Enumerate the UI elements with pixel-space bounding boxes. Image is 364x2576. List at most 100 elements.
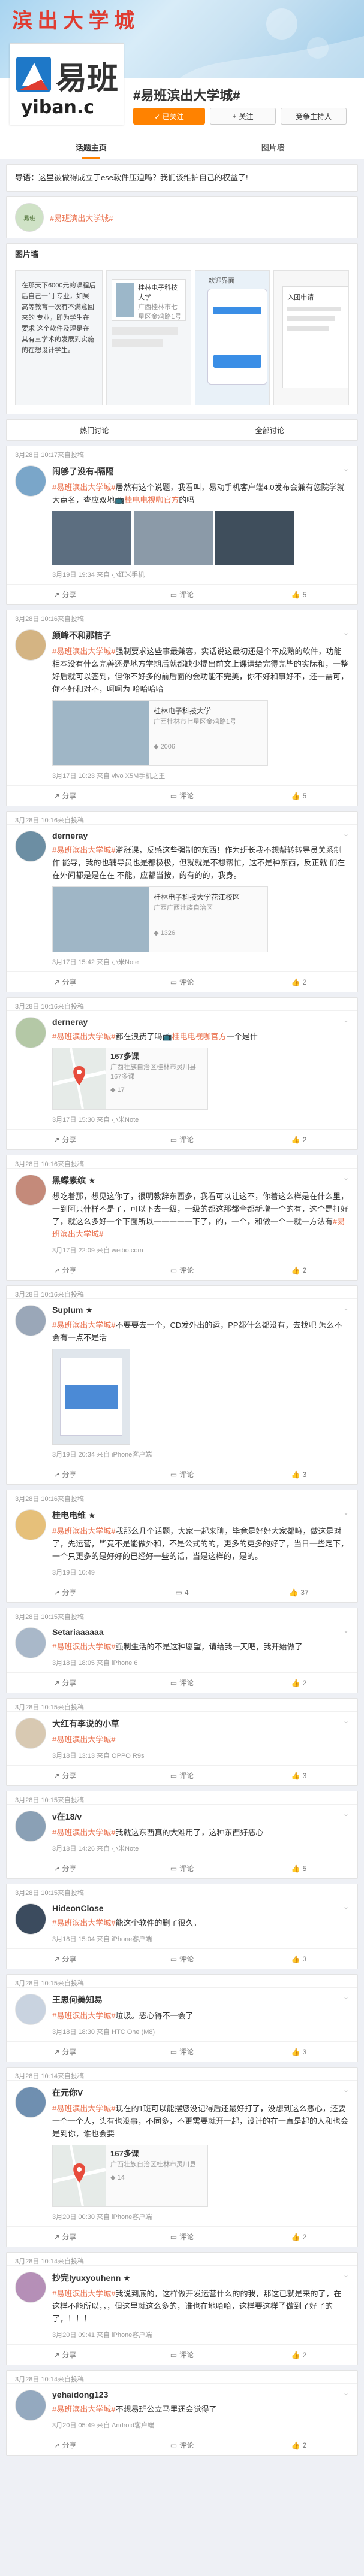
like-button[interactable]: 👍 2 [240, 972, 357, 992]
avatar[interactable] [15, 1718, 46, 1749]
avatar[interactable] [15, 2087, 46, 2118]
host-avatar[interactable]: 易班 [15, 203, 44, 232]
share-button[interactable]: ↗ 分享 [7, 1949, 124, 1969]
post-author[interactable]: 抄完lyuxyouhenn ★ [52, 2272, 349, 2284]
share-button[interactable]: ↗ 分享 [7, 2345, 124, 2365]
topic-tag[interactable]: #易班滨出大学城# [52, 1032, 115, 1041]
comment-button[interactable]: ▭ 评论 [124, 1260, 240, 1280]
topic-tag[interactable]: #易班滨出大学城# [52, 1828, 115, 1837]
like-button[interactable]: 👍 3 [240, 1949, 357, 1969]
post-image[interactable] [52, 1349, 130, 1445]
topic-tag[interactable]: #易班滨出大学城# [52, 1642, 115, 1651]
post-author[interactable]: yehaidong123 [52, 2390, 349, 2399]
topic-tag[interactable]: #易班滨出大学城# [52, 2289, 115, 2298]
chevron-down-icon[interactable]: ⌄ [343, 628, 349, 637]
like-button[interactable]: 👍 5 [240, 786, 357, 806]
comment-button[interactable]: ▭ 评论 [124, 2435, 240, 2455]
post-author[interactable]: HideonClose [52, 1903, 349, 1913]
chevron-down-icon[interactable]: ⌄ [343, 1016, 349, 1024]
chevron-down-icon[interactable]: ⌄ [343, 1508, 349, 1516]
avatar[interactable] [15, 2272, 46, 2303]
like-button[interactable]: 👍 2 [240, 2345, 357, 2365]
post-author[interactable]: 桂电电维 ★ [52, 1509, 349, 1521]
comment-button[interactable]: ▭ 评论 [124, 2042, 240, 2062]
post-author[interactable]: 王思何美知易 [52, 1994, 349, 2006]
chevron-down-icon[interactable]: ⌄ [343, 1173, 349, 1182]
chevron-down-icon[interactable]: ⌄ [343, 464, 349, 473]
comment-button[interactable]: ▭ 评论 [124, 972, 240, 992]
share-button[interactable]: ↗ 分享 [7, 1582, 124, 1602]
map-card[interactable]: 167多课 广西壮族自治区桂林市灵川县 167多课 ◆ 17 [52, 1048, 208, 1110]
follow-button[interactable]: + 关注 [210, 108, 276, 125]
topic-tag[interactable]: #易班滨出大学城# [52, 846, 115, 855]
location-card[interactable]: 桂林电子科技大学花江校区 广西广西壮族自治区 ◆ 1326 [52, 886, 268, 952]
post-author[interactable]: 大红有李说的小草 [52, 1718, 349, 1730]
like-button[interactable]: 👍 2 [240, 2227, 357, 2247]
share-button[interactable]: ↗ 分享 [7, 2042, 124, 2062]
comment-button[interactable]: ▭ 评论 [124, 1464, 240, 1484]
like-button[interactable]: 👍 5 [240, 585, 357, 604]
location-card[interactable]: 桂林电子科技大学 广西桂林市七星区金鸡路1号 ◆ 2006 [52, 700, 268, 766]
avatar[interactable] [15, 1509, 46, 1540]
post-author[interactable]: v在18/v [52, 1811, 349, 1823]
chevron-down-icon[interactable]: ⌄ [343, 1993, 349, 2001]
post-author[interactable]: Setariaaaaaa [52, 1627, 349, 1637]
followed-button[interactable]: ✓ 已关注 [133, 108, 205, 125]
mention-link[interactable]: 📺桂电电视咖官方 [162, 1032, 226, 1041]
like-button[interactable]: 👍 3 [240, 2042, 357, 2062]
chevron-down-icon[interactable]: ⌄ [343, 1809, 349, 1818]
avatar[interactable] [15, 1305, 46, 1336]
topic-tag[interactable]: #易班滨出大学城# [52, 1527, 115, 1536]
comment-button[interactable]: ▭ 评论 [124, 2227, 240, 2247]
mention-link[interactable]: 📺桂电电视咖官方 [115, 495, 179, 504]
post-author[interactable]: derneray [52, 1017, 349, 1027]
picture-item[interactable]: 桂林电子科技大学 广西桂林市七星区金鸡路1号 [106, 270, 191, 405]
comment-button[interactable]: ▭ 评论 [124, 1949, 240, 1969]
like-button[interactable]: 👍 37 [240, 1582, 357, 1602]
avatar[interactable] [15, 1017, 46, 1048]
host-topic-tag[interactable]: #易班滨出大学城# [50, 212, 113, 223]
avatar[interactable] [15, 1811, 46, 1842]
topic-tag[interactable]: #易班滨出大学城# [52, 2405, 115, 2414]
topic-tag[interactable]: #易班滨出大学城# [52, 2104, 115, 2113]
topic-tag[interactable]: #易班滨出大学城# [52, 483, 115, 492]
tab-picture-wall[interactable]: 图片墙 [182, 135, 364, 159]
comment-button[interactable]: ▭ 评论 [124, 786, 240, 806]
chevron-down-icon[interactable]: ⌄ [343, 2389, 349, 2397]
share-button[interactable]: ↗ 分享 [7, 2227, 124, 2247]
avatar[interactable] [15, 629, 46, 661]
share-button[interactable]: ↗ 分享 [7, 1260, 124, 1280]
picture-item[interactable]: 入团申请 [273, 270, 349, 405]
comment-button[interactable]: ▭ 评论 [124, 2345, 240, 2365]
share-button[interactable]: ↗ 分享 [7, 786, 124, 806]
topic-tag[interactable]: #易班滨出大学城# [52, 1735, 115, 1744]
avatar[interactable] [15, 2390, 46, 2421]
post-author[interactable]: 在元你V [52, 2087, 349, 2099]
post-image[interactable] [52, 511, 131, 565]
share-button[interactable]: ↗ 分享 [7, 1766, 124, 1785]
topic-tag[interactable]: #易班滨出大学城# [52, 2011, 115, 2020]
picture-item[interactable]: 在那天下6000元的课程后后自己一门 专业，如果高等教育一次有不满意回来的 专业… [15, 270, 103, 405]
share-button[interactable]: ↗ 分享 [7, 2435, 124, 2455]
like-button[interactable]: 👍 2 [240, 2435, 357, 2455]
post-image[interactable] [134, 511, 213, 565]
share-button[interactable]: ↗ 分享 [7, 585, 124, 604]
chevron-down-icon[interactable]: ⌄ [343, 1626, 349, 1634]
post-image[interactable] [215, 511, 294, 565]
comment-button[interactable]: ▭ 评论 [124, 1766, 240, 1785]
post-author[interactable]: 黑蝶素缤 ★ [52, 1175, 349, 1186]
comment-button[interactable]: ▭ 评论 [124, 1858, 240, 1878]
tab-topic-home[interactable]: 话题主页 [0, 135, 182, 159]
chevron-down-icon[interactable]: ⌄ [343, 1717, 349, 1725]
avatar[interactable] [15, 1903, 46, 1935]
topic-tag[interactable]: #易班滨出大学城# [52, 1321, 115, 1330]
avatar[interactable] [15, 465, 46, 497]
like-button[interactable]: 👍 3 [240, 1464, 357, 1484]
like-button[interactable]: 👍 2 [240, 1673, 357, 1693]
post-author[interactable]: Suplum ★ [52, 1305, 349, 1315]
share-button[interactable]: ↗ 分享 [7, 1464, 124, 1484]
topic-tag[interactable]: #易班滨出大学城# [52, 647, 115, 656]
chevron-down-icon[interactable]: ⌄ [343, 1304, 349, 1312]
like-button[interactable]: 👍 5 [240, 1858, 357, 1878]
comment-button[interactable]: ▭ 评论 [124, 585, 240, 604]
